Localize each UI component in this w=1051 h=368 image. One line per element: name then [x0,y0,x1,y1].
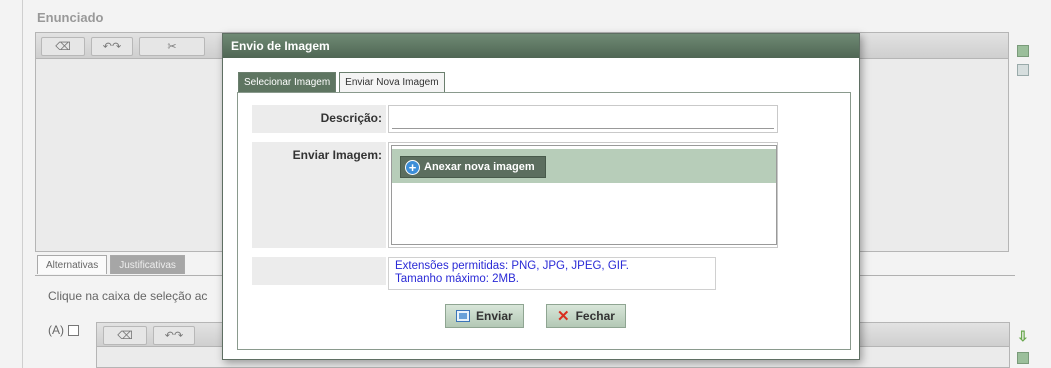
description-field-wrapper [388,105,778,133]
dialog-tabs: Selecionar Imagem Enviar Nova Imagem [238,72,445,93]
upload-list: + Anexar nova imagem [391,145,777,245]
max-size-text: Tamanho máximo: 2MB. [395,273,519,285]
upload-info: Extensões permitidas: PNG, JPG, JPEG, GI… [388,257,716,290]
down-arrow-icon[interactable]: ⇩ [1017,328,1029,345]
insert-image-icon[interactable] [1017,45,1029,57]
close-button[interactable]: ✕ Fechar [546,304,626,328]
section-title: Enunciado [37,10,104,25]
attach-new-image-button[interactable]: + Anexar nova imagem [400,156,546,178]
page-left-border [22,0,23,368]
instruction-text: Clique na caixa de seleção ac [48,289,208,303]
alt-undo-redo-icon[interactable]: ↶↷ [153,326,195,345]
allowed-extensions-text: Extensões permitidas: PNG, JPG, JPEG, GI… [395,260,629,272]
upload-toolbar: + Anexar nova imagem [392,149,776,183]
alt-eraser-icon[interactable]: ⌫ [103,326,147,345]
undo-redo-icon[interactable]: ↶↷ [91,37,133,56]
upload-box: + Anexar nova imagem [388,142,778,248]
upload-label: Enviar Imagem: [252,142,386,248]
alternative-a-label: (A) [48,323,64,337]
alternative-a: (A) [48,323,79,337]
send-icon [456,310,470,322]
cut-copy-paste-icon[interactable]: ✂ [139,37,205,56]
alternative-a-checkbox[interactable] [68,324,79,336]
tab-upload-new-image[interactable]: Enviar Nova Imagem [339,72,445,93]
upload-panel: Descrição: Enviar Imagem: + Anexar nova … [237,92,851,350]
send-button[interactable]: Enviar [445,304,524,328]
attach-button-label: Anexar nova imagem [424,161,535,173]
description-input[interactable] [392,109,774,129]
background-tabs: Alternativas Justificativas [37,255,185,275]
tab-justifications[interactable]: Justificativas [110,255,185,274]
info-label-cell [252,257,386,285]
plus-icon: + [405,159,420,175]
dialog-title[interactable]: Envio de Imagem [223,34,859,58]
copy-icon[interactable] [1017,64,1029,76]
tab-alternatives[interactable]: Alternativas [37,255,108,274]
alt-insert-image-icon[interactable] [1017,352,1029,364]
close-button-label: Fechar [575,309,615,323]
description-label: Descrição: [252,105,386,133]
eraser-icon[interactable]: ⌫ [41,37,85,56]
close-icon: ✕ [557,307,570,325]
image-upload-dialog: Envio de Imagem Selecionar Imagem Enviar… [222,33,860,360]
send-button-label: Enviar [476,309,513,323]
tab-select-image[interactable]: Selecionar Imagem [238,72,337,92]
